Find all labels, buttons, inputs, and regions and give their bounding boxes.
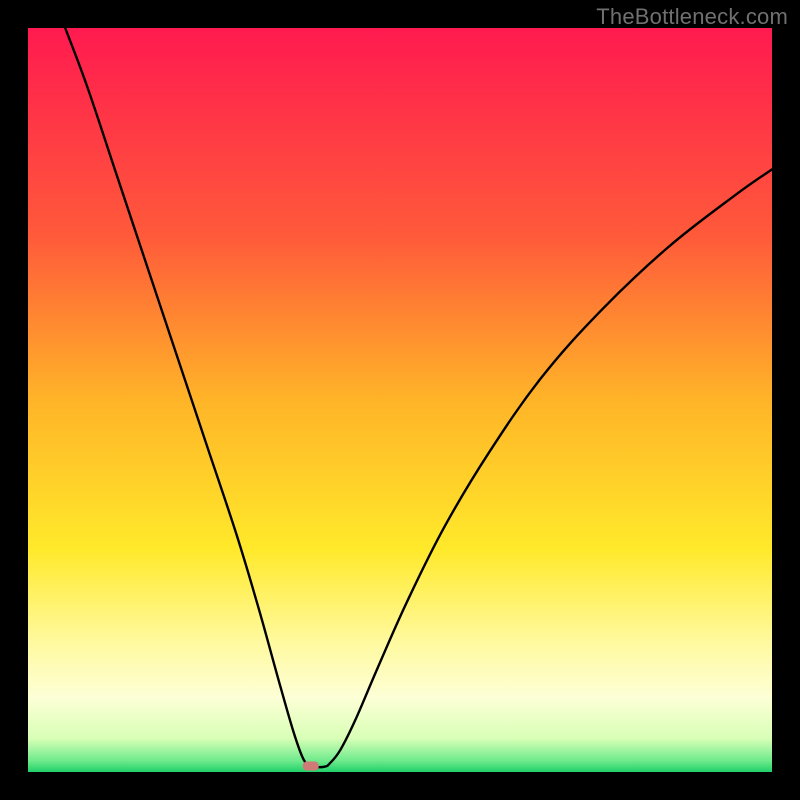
gradient-background — [28, 28, 772, 772]
chart-frame — [28, 28, 772, 772]
watermark-text: TheBottleneck.com — [596, 4, 788, 30]
bottleneck-chart — [28, 28, 772, 772]
minimum-marker — [303, 762, 319, 771]
